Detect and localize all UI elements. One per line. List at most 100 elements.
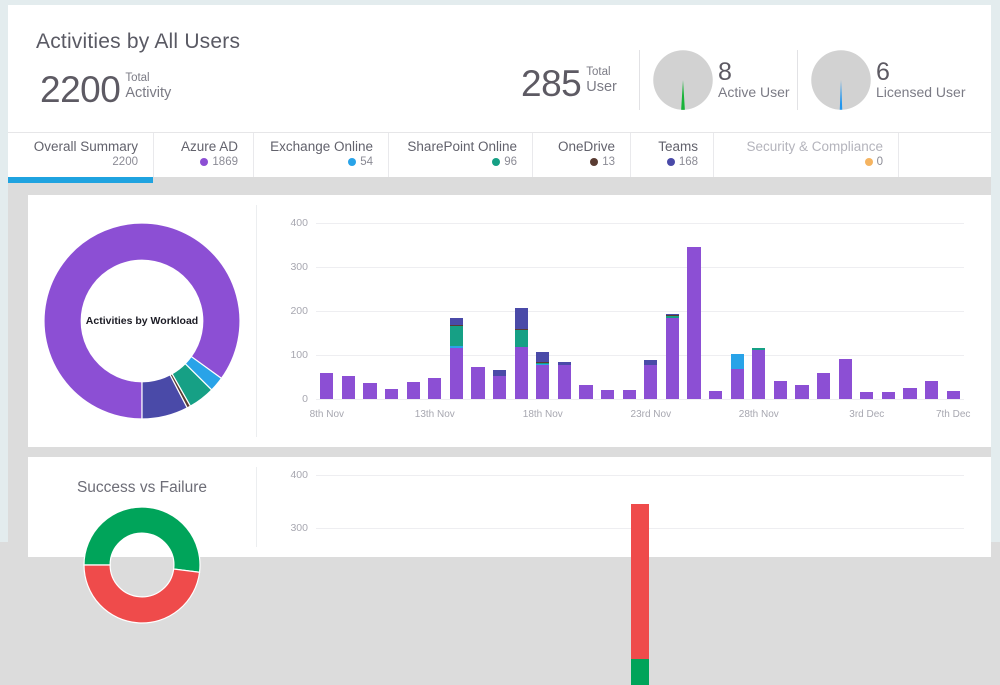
- bar-column[interactable]: [903, 223, 916, 399]
- bar-column[interactable]: [709, 223, 722, 399]
- bar-segment[interactable]: [882, 392, 895, 399]
- bar-column[interactable]: [515, 223, 528, 399]
- tab-security-compliance[interactable]: Security & Compliance0: [714, 133, 899, 177]
- tab-label: Azure AD: [181, 139, 238, 154]
- tab-meta: 13: [590, 156, 615, 168]
- header-card: Activities by All Users 2200 Total Activ…: [8, 5, 991, 177]
- tab-azure-ad[interactable]: Azure AD1869: [154, 133, 254, 177]
- bar-segment[interactable]: [666, 316, 679, 318]
- bar-segment[interactable]: [363, 383, 376, 399]
- donut-slice-failure[interactable]: [84, 565, 200, 623]
- bar-column[interactable]: [385, 223, 398, 399]
- bar-column[interactable]: [558, 223, 571, 399]
- y-gridline: [316, 399, 964, 400]
- bar-column[interactable]: [631, 475, 649, 685]
- bar-segment[interactable]: [515, 329, 528, 331]
- bar-segment[interactable]: [666, 314, 679, 316]
- bar-column[interactable]: [860, 223, 873, 399]
- bar-segment[interactable]: [385, 389, 398, 399]
- bar-segment[interactable]: [644, 360, 657, 364]
- bar-segment[interactable]: [450, 326, 463, 346]
- active-tab-underline: [8, 177, 153, 183]
- bar-column[interactable]: [795, 223, 808, 399]
- bar-column[interactable]: [601, 223, 614, 399]
- tab-exchange-online[interactable]: Exchange Online54: [254, 133, 389, 177]
- bar-segment[interactable]: [515, 347, 528, 399]
- bar-column[interactable]: [579, 223, 592, 399]
- bar-segment[interactable]: [687, 247, 700, 399]
- bar-segment[interactable]: [450, 348, 463, 399]
- bar-segment[interactable]: [515, 330, 528, 347]
- bar-segment[interactable]: [752, 350, 765, 399]
- bar-column[interactable]: [925, 223, 938, 399]
- bar-segment[interactable]: [631, 504, 649, 659]
- bar-segment[interactable]: [320, 373, 333, 399]
- tab-overall-summary[interactable]: Overall Summary2200: [8, 133, 154, 177]
- bar-column[interactable]: [839, 223, 852, 399]
- donut-slice-success[interactable]: [84, 507, 200, 572]
- bar-column[interactable]: [752, 223, 765, 399]
- bar-segment[interactable]: [839, 359, 852, 399]
- success-vs-failure-over-time-chart[interactable]: 300400: [276, 465, 976, 685]
- bar-segment[interactable]: [450, 346, 463, 348]
- bar-segment[interactable]: [536, 352, 549, 362]
- bar-column[interactable]: [623, 223, 636, 399]
- bar-segment[interactable]: [471, 367, 484, 399]
- tab-onedrive[interactable]: OneDrive13: [533, 133, 631, 177]
- bar-column[interactable]: [363, 223, 376, 399]
- bar-segment[interactable]: [752, 348, 765, 350]
- card-divider: [256, 205, 257, 437]
- bar-column[interactable]: [666, 223, 679, 399]
- bar-segment[interactable]: [774, 381, 787, 399]
- bar-segment[interactable]: [493, 376, 506, 399]
- bar-column[interactable]: [407, 223, 420, 399]
- bar-segment[interactable]: [903, 388, 916, 399]
- bar-column[interactable]: [882, 223, 895, 399]
- bar-segment[interactable]: [631, 659, 649, 685]
- bar-segment[interactable]: [947, 391, 960, 399]
- bar-column[interactable]: [731, 223, 744, 399]
- tab-sharepoint-online[interactable]: SharePoint Online96: [389, 133, 533, 177]
- bar-segment[interactable]: [666, 318, 679, 399]
- activities-over-time-chart[interactable]: 01002003004008th Nov13th Nov18th Nov23rd…: [276, 213, 976, 429]
- bar-segment[interactable]: [731, 369, 744, 399]
- y-axis-tick-label: 400: [282, 217, 308, 229]
- bar-column[interactable]: [774, 223, 787, 399]
- bar-segment[interactable]: [709, 391, 722, 399]
- bar-segment[interactable]: [795, 385, 808, 399]
- bar-segment[interactable]: [515, 308, 528, 329]
- bar-column[interactable]: [536, 223, 549, 399]
- bar-column[interactable]: [471, 223, 484, 399]
- bar-segment[interactable]: [407, 382, 420, 399]
- success-vs-failure-donut[interactable]: [82, 505, 202, 625]
- bar-segment[interactable]: [450, 318, 463, 325]
- bar-segment[interactable]: [644, 365, 657, 399]
- bar-segment[interactable]: [731, 354, 744, 369]
- bar-column[interactable]: [428, 223, 441, 399]
- bar-column[interactable]: [947, 223, 960, 399]
- tab-meta: 96: [492, 156, 517, 168]
- bar-column[interactable]: [342, 223, 355, 399]
- kpi-total-user: 285 Total User: [521, 65, 617, 102]
- bar-segment[interactable]: [860, 392, 873, 399]
- bar-segment[interactable]: [493, 370, 506, 376]
- bar-column[interactable]: [644, 223, 657, 399]
- bar-segment[interactable]: [925, 381, 938, 399]
- bar-segment[interactable]: [601, 390, 614, 399]
- bar-segment[interactable]: [558, 362, 571, 366]
- tab-teams[interactable]: Teams168: [631, 133, 714, 177]
- bar-segment[interactable]: [817, 373, 830, 399]
- bar-segment[interactable]: [623, 390, 636, 399]
- bar-segment[interactable]: [428, 378, 441, 399]
- bar-segment[interactable]: [536, 365, 549, 399]
- bar-column[interactable]: [687, 223, 700, 399]
- bar-segment[interactable]: [558, 365, 571, 399]
- bar-column[interactable]: [320, 223, 333, 399]
- kpi-divider-right: [797, 50, 798, 110]
- bar-segment[interactable]: [579, 385, 592, 399]
- bar-segment[interactable]: [342, 376, 355, 399]
- bar-column[interactable]: [817, 223, 830, 399]
- bar-column[interactable]: [450, 223, 463, 399]
- bar-segment[interactable]: [536, 362, 549, 364]
- bar-column[interactable]: [493, 223, 506, 399]
